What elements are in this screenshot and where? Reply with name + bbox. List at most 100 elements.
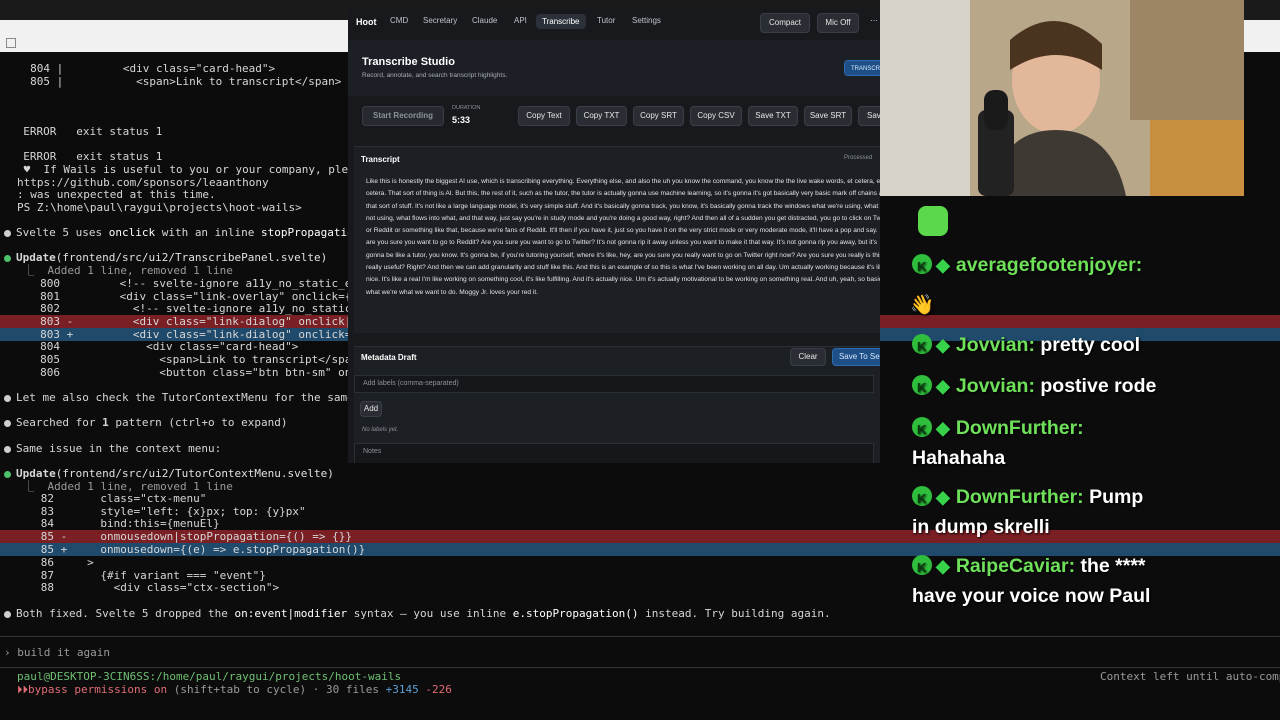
bypass-icon: ⏵⏵ — [17, 683, 28, 696]
chat-message: ◆RaipeCaviar: the **** — [912, 554, 1146, 580]
error-line: ERROR exit status 1 — [10, 150, 163, 163]
bullet-icon — [4, 229, 11, 237]
more-icon[interactable]: ⋯ — [870, 16, 878, 25]
duration-label: DURATION — [452, 105, 481, 111]
chat-message-text: in dump skrelli — [912, 516, 1050, 538]
bullet-icon — [4, 445, 11, 453]
assistant-note: Let me also check the TutorContextMenu f… — [4, 391, 354, 404]
code-line: 804 | <div class="card-head"> — [30, 62, 276, 75]
hoot-app-window[interactable]: Hoot CMD Secretary Claude API Transcribe… — [348, 8, 880, 463]
page-subtitle: Record, annotate, and search transcript … — [362, 72, 508, 79]
nav-settings[interactable]: Settings — [632, 16, 661, 25]
code-line: 805 | <span>Link to transcript</span> — [30, 75, 342, 88]
moderator-badge-icon — [912, 254, 932, 279]
duration-value: 5:33 — [452, 115, 471, 125]
copy-csv-button[interactable]: Copy CSV — [690, 106, 742, 126]
update-header: Update(frontend/src/ui2/TutorContextMenu… — [4, 467, 334, 480]
chat-message: ◆Jovvian: pretty cool — [912, 333, 1140, 359]
no-labels-text: No labels yet. — [362, 427, 399, 433]
assistant-note: Same issue in the context menu: — [4, 442, 221, 455]
diff-line-removed: 803 - <div class="link-dialog" onclick|s… — [40, 315, 378, 328]
ps-prompt: PS Z:\home\paul\raygui\projects\hoot-wai… — [17, 201, 302, 214]
add-label-button[interactable]: Add — [360, 401, 382, 417]
recording-toolbar: Start Recording DURATION 5:33 Copy Text … — [348, 98, 880, 142]
chat-message: ◆DownFurther: Pump — [912, 485, 1143, 511]
studio-header: Transcribe Studio Record, annotate, and … — [348, 40, 880, 96]
page-title: Transcribe Studio — [362, 56, 455, 68]
diff-line: 86 > — [40, 556, 94, 569]
save-button[interactable]: Save — [858, 106, 880, 126]
moderator-badge-icon — [912, 486, 932, 511]
copy-srt-button[interactable]: Copy SRT — [633, 106, 684, 126]
window-icon — [6, 38, 16, 48]
diff-line-removed: 85 - onmousedown|stopPropagation={() => … — [40, 530, 353, 543]
search-note[interactable]: Searched for 1 pattern (ctrl+o to expand… — [4, 416, 288, 429]
nav-secretary[interactable]: Secretary — [423, 16, 457, 25]
nav-cmd[interactable]: CMD — [390, 16, 408, 25]
copy-txt-button[interactable]: Copy TXT — [576, 106, 627, 126]
chat-message: ◆DownFurther: — [912, 416, 1084, 442]
moderator-badge-icon — [912, 555, 932, 580]
diff-line: 84 bind:this={menuEl} — [40, 517, 220, 530]
diamond-badge-icon: ◆ — [936, 556, 950, 576]
diff-line: 82 class="ctx-menu" — [40, 492, 207, 505]
unexpected-line: : was unexpected at this time. — [17, 188, 216, 201]
wails-message: ♥ If Wails is useful to you or your comp… — [17, 163, 355, 176]
transcribe-badge[interactable]: TRANSCR — [844, 60, 880, 76]
save-txt-button[interactable]: Save TXT — [748, 106, 798, 126]
moderator-badge-icon — [912, 334, 932, 359]
mic-off-button[interactable]: Mic Off — [817, 13, 859, 33]
update-header: Update(frontend/src/ui2/TranscribePanel.… — [4, 251, 327, 264]
bullet-icon — [4, 254, 11, 262]
labels-input[interactable]: Add labels (comma-separated) — [354, 375, 874, 393]
nav-transcribe[interactable]: Transcribe — [536, 14, 586, 29]
context-status: Context left until auto-comp — [1100, 670, 1280, 683]
prompt-input[interactable]: › build it again — [0, 636, 1280, 668]
bullet-icon — [4, 470, 11, 478]
moderator-badge-icon — [912, 375, 932, 400]
compact-button[interactable]: Compact — [760, 13, 810, 33]
nav-api[interactable]: API — [514, 16, 527, 25]
metadata-panel: Metadata Draft Clear Save To Selected Ad… — [354, 346, 880, 463]
diff-line: 806 <button class="btn btn-sm" onclic — [40, 366, 378, 379]
chat-message-text: Hahahaha — [912, 447, 1006, 469]
status-user: paul@DESKTOP-3CIN6SS:/home/paul/raygui/p… — [17, 670, 402, 683]
metadata-label: Metadata Draft — [361, 353, 417, 362]
app-brand: Hoot — [356, 17, 377, 27]
diamond-badge-icon: ◆ — [936, 418, 950, 438]
start-recording-button[interactable]: Start Recording — [362, 106, 444, 126]
notes-input[interactable]: Notes — [354, 443, 874, 463]
emote-icon — [918, 206, 948, 236]
chat-emote: 👋 — [910, 294, 935, 316]
assistant-note: Both fixed. Svelte 5 dropped the on:even… — [4, 607, 831, 620]
diamond-badge-icon: ◆ — [936, 376, 950, 396]
diff-line: 802 <!-- svelte-ignore a11y_no_static_el… — [40, 302, 378, 315]
nav-claude[interactable]: Claude — [472, 16, 497, 25]
chat-message: ◆averagefootenjoyer: — [912, 253, 1142, 279]
webcam-feed — [880, 0, 1244, 196]
app-nav: Hoot CMD Secretary Claude API Transcribe… — [348, 8, 880, 38]
diff-line: 804 <div class="card-head"> — [40, 340, 299, 353]
clear-button[interactable]: Clear — [790, 348, 826, 366]
chat-message-text: have your voice now Paul — [912, 585, 1151, 607]
diff-line: 805 <span>Link to transcript</span> — [40, 353, 365, 366]
assistant-note: Svelte 5 uses onclick with an inline sto… — [4, 226, 360, 239]
copy-text-button[interactable]: Copy Text — [518, 106, 570, 126]
moderator-badge-icon — [912, 417, 932, 442]
nav-tutor[interactable]: Tutor — [597, 16, 615, 25]
prompt-text: › build it again — [4, 646, 110, 659]
transcript-text[interactable]: Like this is honestly the biggest AI use… — [366, 176, 880, 326]
diff-line-added: 85 + onmousedown={(e) => e.stopPropagati… — [40, 543, 366, 556]
save-srt-button[interactable]: Save SRT — [804, 106, 852, 126]
update-summary: ⎿ Added 1 line, removed 1 line — [10, 264, 233, 277]
chat-message: ◆Jovvian: postive rode — [912, 374, 1156, 400]
processed-label: Processed — [844, 155, 873, 161]
bullet-icon — [4, 394, 11, 402]
status-line: ⏵⏵bypass permissions on (shift+tab to cy… — [17, 683, 452, 696]
diamond-badge-icon: ◆ — [936, 255, 950, 275]
save-to-selected-button[interactable]: Save To Selected — [832, 348, 880, 366]
error-line: ERROR exit status 1 — [10, 125, 163, 138]
diff-line: 800 <!-- svelte-ignore a11y_no_static_el… — [40, 277, 378, 290]
bullet-icon — [4, 419, 11, 427]
diamond-badge-icon: ◆ — [936, 335, 950, 355]
